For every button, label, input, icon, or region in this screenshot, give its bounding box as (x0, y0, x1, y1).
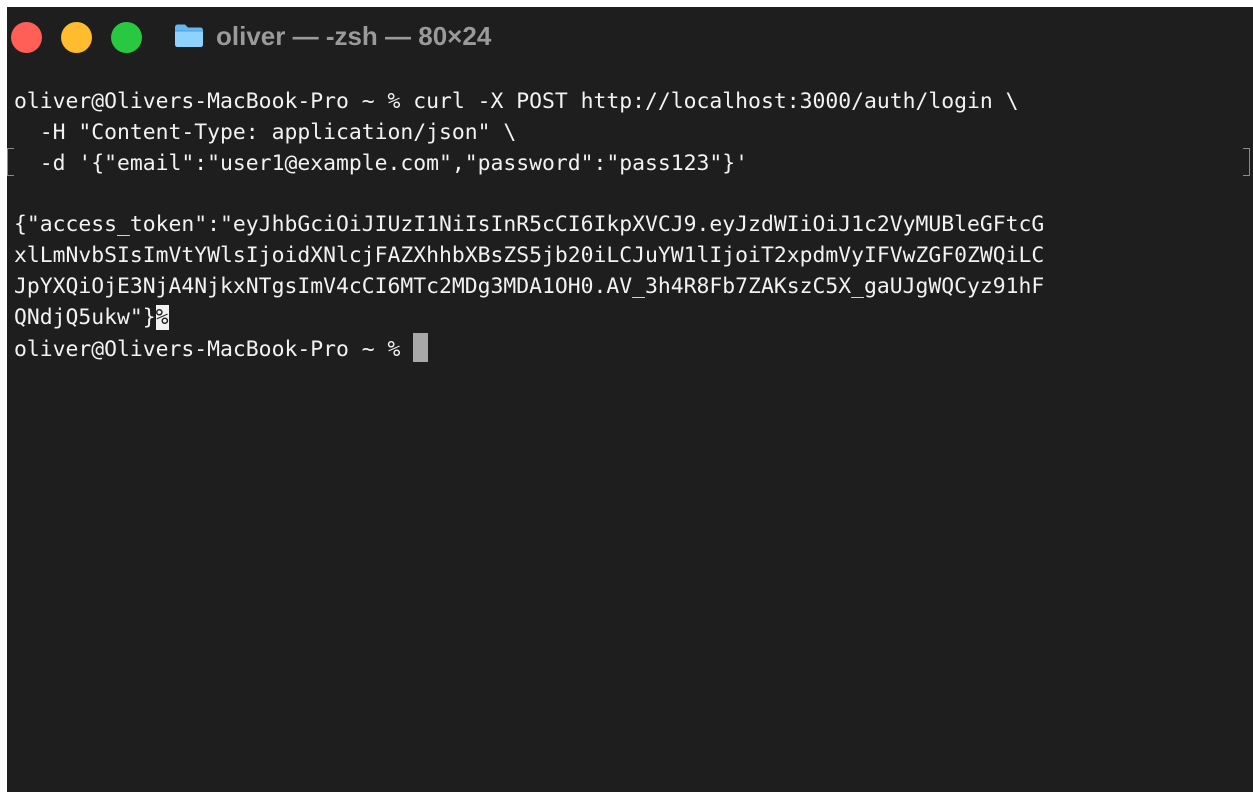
output-line: xlLmNvbSIsImVtYWlsIjoidXNlcjFAZXhhbXBsZS… (14, 242, 1045, 268)
command-line: oliver@Olivers-MacBook-Pro ~ % curl -X P… (14, 89, 1019, 114)
command-line: -d '{"email":"user1@example.com","passwo… (14, 150, 749, 176)
prompt-text: oliver@Olivers-MacBook-Pro ~ % (14, 337, 401, 363)
title-bar[interactable]: oliver — -zsh — 80×24 (7, 7, 1253, 67)
output-line: {"access_token":"eyJhbGciOiJIUzI1NiIsInR… (14, 212, 1045, 238)
command-line: -H "Content-Type: application/json" \ (14, 119, 517, 145)
zoom-button[interactable] (111, 22, 142, 53)
window-title: oliver — -zsh — 80×24 (216, 21, 492, 51)
text-cursor (413, 333, 429, 363)
output-line-text: QNdjQ5ukw"} (14, 304, 156, 330)
folder-icon (175, 24, 203, 47)
output-line: QNdjQ5ukw"}% (14, 303, 1244, 334)
minimize-button[interactable] (61, 22, 92, 53)
close-button[interactable] (11, 22, 42, 53)
terminal-output[interactable]: oliver@Olivers-MacBook-Pro ~ % curl -X P… (14, 87, 1244, 364)
terminal-window[interactable]: oliver — -zsh — 80×24 oliver@Olivers-Mac… (7, 7, 1253, 792)
partial-line-marker: % (155, 304, 169, 330)
line-mark-right (1243, 148, 1250, 176)
output-line: JpYXQiOjE3NjA4NjkxNTgsImV4cCI6MTc2MDg3MD… (14, 273, 1045, 299)
prompt-line[interactable]: oliver@Olivers-MacBook-Pro ~ % (14, 333, 1244, 364)
line-mark-left (7, 148, 14, 176)
